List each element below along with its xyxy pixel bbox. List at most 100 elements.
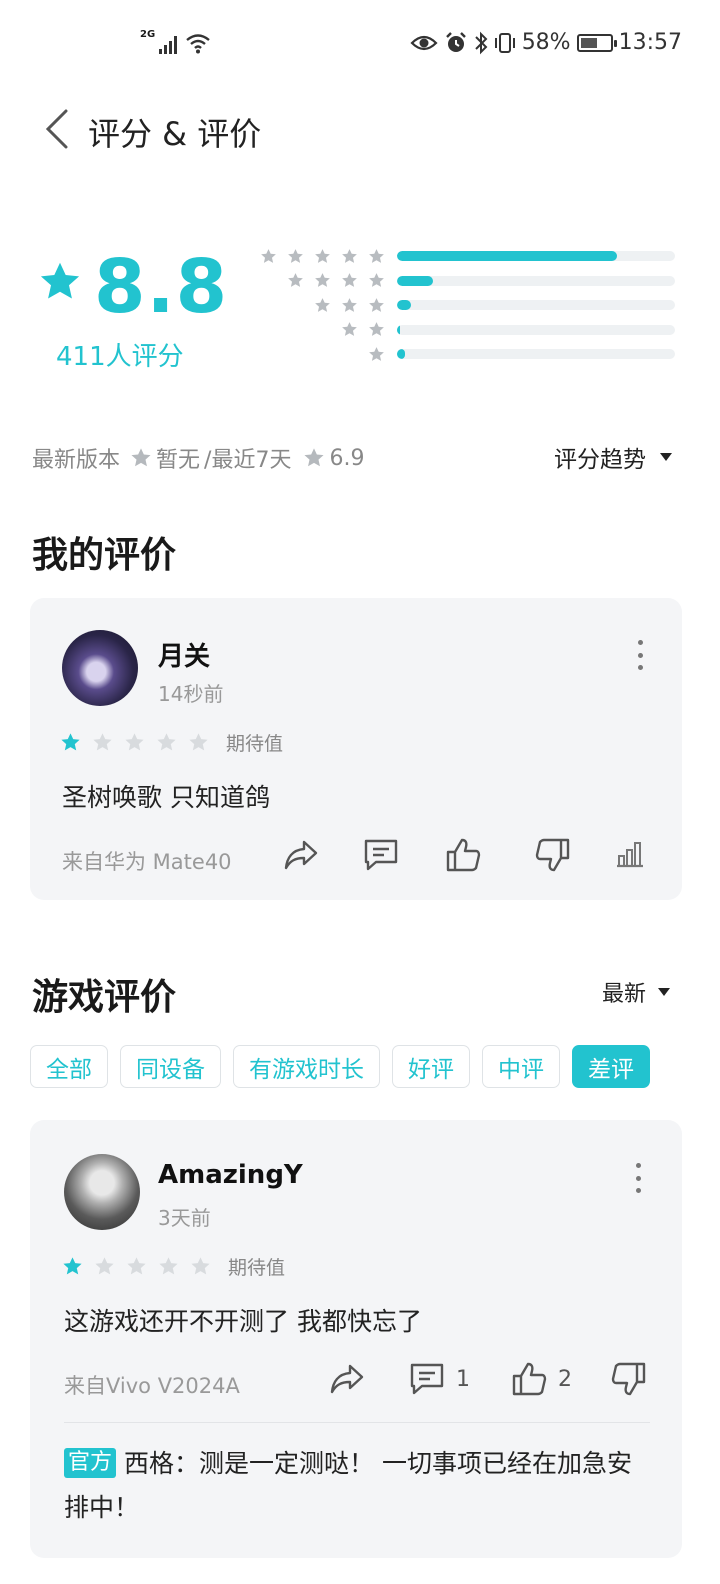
filter-chip[interactable]: 中评 xyxy=(482,1045,560,1088)
star-filled-icon xyxy=(61,733,80,751)
filter-chip[interactable]: 同设备 xyxy=(120,1045,221,1088)
battery-icon xyxy=(576,33,617,52)
distribution-row-5 xyxy=(255,244,675,269)
network-type: 2G xyxy=(140,29,156,40)
star-empty-icon xyxy=(159,1257,178,1275)
star-icon xyxy=(315,273,330,288)
avatar[interactable] xyxy=(64,1154,140,1230)
review-stars: 期待值 xyxy=(62,1253,285,1280)
system-indicators: 58% 13:57 xyxy=(410,30,682,55)
distribution-bar xyxy=(397,324,675,335)
device-info: 来自华为 Mate40 xyxy=(62,850,232,874)
overall-rating: 8.8 411人评分 xyxy=(38,244,238,380)
comment-count: 1 xyxy=(456,1366,470,1392)
distribution-bar xyxy=(397,349,675,360)
alarm-icon xyxy=(445,31,466,52)
star-icon xyxy=(342,322,357,337)
star-empty-icon xyxy=(191,1257,210,1275)
more-icon[interactable] xyxy=(628,1163,648,1193)
star-empty-icon xyxy=(127,1257,146,1275)
filter-chip[interactable]: 有游戏时长 xyxy=(233,1045,380,1088)
recent-value: 6.9 xyxy=(329,445,365,471)
share-button[interactable] xyxy=(282,836,320,874)
more-icon[interactable] xyxy=(630,640,650,670)
reply-text: 西格：测是一定测哒！ 一切事项已经在加急安排中！ xyxy=(64,1449,632,1522)
filter-chip[interactable]: 好评 xyxy=(392,1045,470,1088)
rating-distribution xyxy=(255,244,675,367)
like-count: 2 xyxy=(558,1366,572,1392)
distribution-bar-fill xyxy=(397,251,617,262)
latest-version-value: 暂无 xyxy=(156,448,201,473)
user-name[interactable]: AmazingY xyxy=(158,1160,303,1190)
star-icon xyxy=(369,322,384,337)
version-rating-info: 最新版本 暂无 /最近7天 6.9 xyxy=(32,442,364,474)
sort-label: 最新 xyxy=(601,982,646,1007)
rating-trend-button[interactable]: 评分趋势 xyxy=(554,440,672,474)
recent-label: /最近7天 xyxy=(204,448,292,473)
chart-icon xyxy=(617,842,643,868)
sort-dropdown[interactable]: 最新 xyxy=(602,976,670,1008)
expect-label: 期待值 xyxy=(226,733,284,755)
star-icon xyxy=(369,346,384,361)
distribution-bar-fill xyxy=(397,349,406,360)
star-icon xyxy=(304,448,324,467)
star-icon xyxy=(369,248,384,263)
my-review-card: 月关 14秒前 期待值 圣树唤歌 只知道鸽 来自华为 Mate40 xyxy=(30,598,682,900)
trend-label: 评分趋势 xyxy=(554,447,646,473)
status-bar: 2G 58% 13:57 xyxy=(0,0,720,90)
filter-chip[interactable]: 差评 xyxy=(572,1045,650,1088)
like-button[interactable]: 2 xyxy=(510,1360,572,1398)
star-icon xyxy=(342,297,357,312)
caret-down-icon xyxy=(660,453,672,461)
game-reviews-title: 游戏评价 xyxy=(32,977,177,1018)
page-title: 评分 & 评价 xyxy=(88,115,262,153)
star-icon xyxy=(342,248,357,263)
star-icon xyxy=(315,297,330,312)
distribution-bar-fill xyxy=(397,300,411,311)
thumb-up-icon xyxy=(512,1362,547,1396)
user-name[interactable]: 月关 xyxy=(158,636,210,673)
star-empty-icon xyxy=(93,733,112,751)
star-icon xyxy=(131,448,151,467)
like-button[interactable] xyxy=(444,836,482,874)
my-review-title: 我的评价 xyxy=(32,535,177,576)
review-text: 圣树唤歌 只知道鸽 xyxy=(62,783,270,812)
star-icon xyxy=(342,273,357,288)
dislike-button[interactable] xyxy=(610,1360,648,1398)
avatar[interactable] xyxy=(62,630,138,706)
latest-version-label: 最新版本 xyxy=(32,448,121,473)
distribution-row-4 xyxy=(255,269,675,294)
app-header: 评分 & 评价 xyxy=(0,95,720,165)
rating-count: 411人评分 xyxy=(56,342,184,372)
comment-button[interactable]: 1 xyxy=(408,1360,470,1398)
share-button[interactable] xyxy=(328,1360,366,1398)
star-icon xyxy=(369,297,384,312)
rating-score: 8.8 xyxy=(94,244,229,330)
back-icon[interactable] xyxy=(38,107,78,151)
distribution-row-1 xyxy=(255,342,675,367)
dislike-button[interactable] xyxy=(534,836,572,874)
filter-chip[interactable]: 全部 xyxy=(30,1045,108,1088)
star-icon xyxy=(288,273,303,288)
thumb-down-icon xyxy=(535,838,570,872)
star-icon xyxy=(288,248,303,263)
star-icon xyxy=(261,248,276,263)
distribution-bar xyxy=(397,251,675,262)
star-empty-icon xyxy=(157,733,176,751)
eye-icon xyxy=(410,35,438,50)
network-indicators: 2G xyxy=(140,29,211,54)
star-empty-icon xyxy=(189,733,208,751)
star-empty-icon xyxy=(95,1257,114,1275)
divider xyxy=(64,1422,650,1423)
review-text: 这游戏还开不开测了 我都快忘了 xyxy=(64,1307,422,1336)
thumb-up-icon xyxy=(446,838,481,872)
distribution-bar-fill xyxy=(397,275,434,286)
share-icon xyxy=(284,840,318,870)
signal-icon xyxy=(159,34,178,54)
comment-icon xyxy=(410,1363,444,1395)
comment-button[interactable] xyxy=(362,836,400,874)
stats-button[interactable] xyxy=(614,838,646,870)
star-icon xyxy=(315,248,330,263)
share-icon xyxy=(330,1364,364,1394)
official-badge: 官方 xyxy=(64,1448,117,1478)
